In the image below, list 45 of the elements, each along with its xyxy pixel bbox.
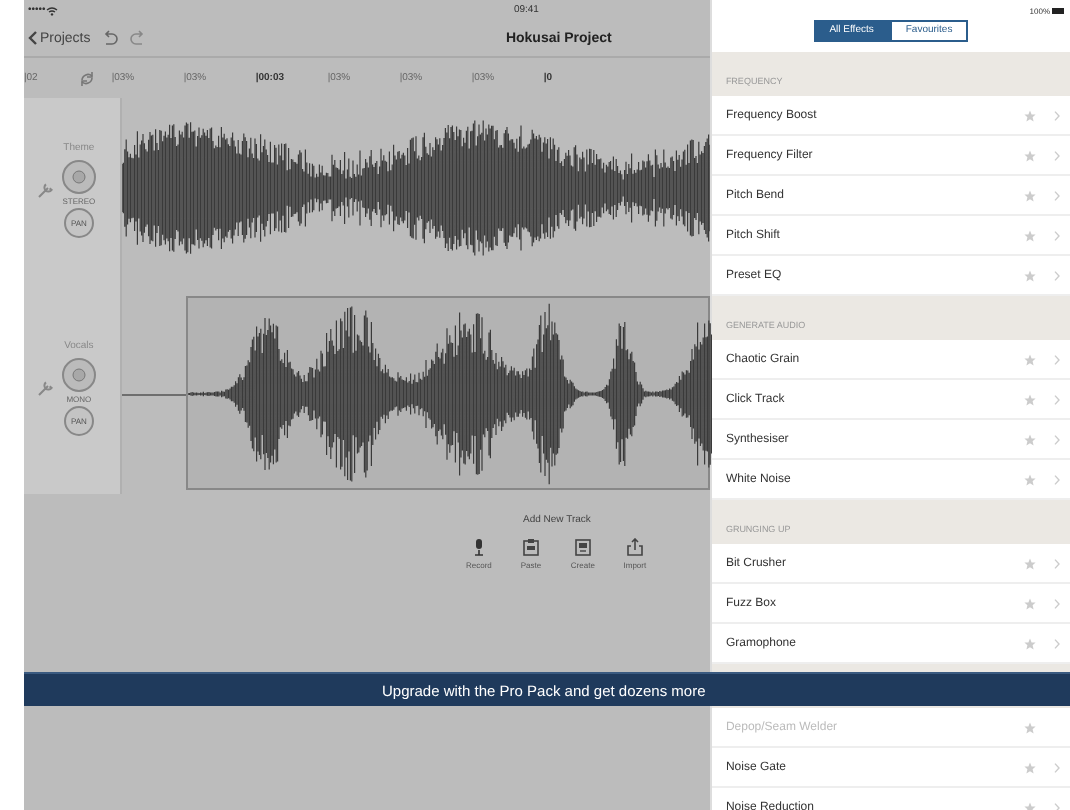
knob-center-icon xyxy=(71,368,86,382)
flat-line xyxy=(121,394,186,396)
volume-knob[interactable] xyxy=(61,160,96,194)
chevron-left-icon xyxy=(27,30,38,46)
star-icon[interactable] xyxy=(1024,473,1036,485)
chevron-right-icon xyxy=(1052,229,1062,241)
chevron-right-icon xyxy=(1052,801,1062,810)
knob-center-icon xyxy=(71,170,86,184)
chevron-right-icon xyxy=(1052,761,1062,773)
star-icon[interactable] xyxy=(1024,109,1036,121)
chevron-right-icon xyxy=(1052,353,1062,365)
redo-icon[interactable] xyxy=(130,30,147,46)
star-icon[interactable] xyxy=(1024,557,1036,569)
star-icon[interactable] xyxy=(1024,269,1036,281)
star-icon[interactable] xyxy=(1024,229,1036,241)
battery-icon xyxy=(1052,7,1064,13)
star-icon[interactable] xyxy=(1024,761,1036,773)
chevron-right-icon xyxy=(1052,393,1062,405)
wrench-icon[interactable] xyxy=(35,379,54,397)
star-icon[interactable] xyxy=(1024,353,1036,365)
star-icon[interactable] xyxy=(1024,433,1036,445)
star-icon[interactable] xyxy=(1024,801,1036,810)
star-icon[interactable] xyxy=(1024,393,1036,405)
loop-icon[interactable] xyxy=(77,69,96,87)
chevron-right-icon xyxy=(1052,557,1062,569)
wifi-icon xyxy=(45,5,58,15)
star-icon[interactable] xyxy=(1024,637,1036,649)
chevron-right-icon xyxy=(1052,109,1062,121)
microphone-icon xyxy=(469,538,488,556)
wrench-icon[interactable] xyxy=(35,181,54,199)
volume-knob[interactable] xyxy=(61,358,96,392)
star-icon[interactable] xyxy=(1024,189,1036,201)
chevron-right-icon xyxy=(1052,269,1062,281)
document-icon xyxy=(573,538,592,556)
import-icon xyxy=(625,538,644,556)
chevron-right-icon xyxy=(1052,433,1062,445)
chevron-right-icon xyxy=(1052,189,1062,201)
chevron-right-icon xyxy=(1052,597,1062,609)
star-icon[interactable] xyxy=(1024,597,1036,609)
clipboard-icon xyxy=(521,538,540,556)
chevron-right-icon xyxy=(1052,637,1062,649)
chevron-right-icon xyxy=(1052,149,1062,161)
chevron-right-icon xyxy=(1052,473,1062,485)
star-icon[interactable] xyxy=(1024,149,1036,161)
undo-icon[interactable] xyxy=(102,30,119,46)
